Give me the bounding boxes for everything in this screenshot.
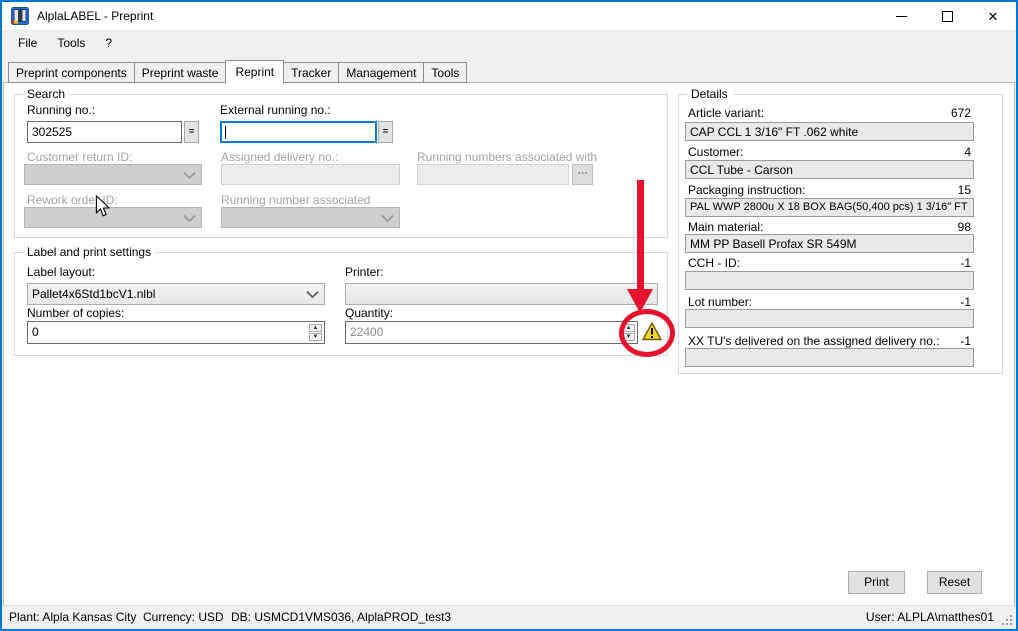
search-group-legend: Search [23,87,69,102]
annotation-arrow-stem [637,180,644,290]
printer-combo[interactable] [345,283,658,305]
status-user: User: ALPLA\matthes01 [866,610,994,624]
quantity-label: Quantity: [345,306,393,320]
text-caret [225,126,226,139]
copies-spinner: ▲ ▼ [308,323,323,342]
spin-up-icon[interactable]: ▲ [309,324,322,332]
tab-management[interactable]: Management [338,62,424,83]
tab-reprint[interactable]: Reprint [225,60,284,84]
external-running-no-equals-button[interactable]: = [378,121,393,143]
assigned-delivery-no-label: Assigned delivery no.: [221,150,338,164]
status-currency: Currency: USD [143,610,224,624]
detail-label: Customer: [688,145,743,159]
running-no-input[interactable]: 302525 [27,121,182,143]
status-db: DB: USMCD1VMS036, AlplaPROD_test3 [231,610,451,624]
annotation-circle [619,309,675,357]
chevron-down-icon [183,209,196,222]
chevron-down-icon [183,166,196,179]
detail-value: PAL WWP 2800u X 18 BOX BAG(50,400 pcs) 1… [685,198,974,217]
running-number-associated-combo[interactable] [221,207,400,228]
status-bar: Plant: Alpla Kansas City Currency: USD D… [2,605,1016,629]
running-no-label: Running no.: [27,103,95,117]
resize-grip[interactable] [1002,615,1012,625]
quantity-stepper[interactable]: 22400 ▲ ▼ [345,321,638,344]
mouse-cursor-icon [95,195,111,217]
running-numbers-associated-with-input[interactable] [417,164,569,185]
printer-label: Printer: [345,265,384,279]
detail-id: -1 [960,256,971,270]
tab-tools[interactable]: Tools [423,62,467,83]
running-numbers-associated-with-label: Running numbers associated with [417,150,597,164]
number-of-copies-stepper[interactable]: 0 ▲ ▼ [27,321,325,344]
detail-label: Article variant: [688,106,764,120]
detail-value [685,309,974,328]
spin-down-icon[interactable]: ▼ [309,333,322,341]
detail-id: -1 [960,334,971,348]
detail-id: 15 [958,183,971,197]
rework-order-id-combo[interactable] [24,207,202,228]
detail-id: 98 [958,220,971,234]
tab-tracker[interactable]: Tracker [283,62,339,83]
detail-label: XX TU's delivered on the assigned delive… [688,334,940,348]
customer-return-id-combo[interactable] [24,164,202,185]
print-button[interactable]: Print [848,571,905,594]
detail-label: CCH - ID: [688,256,740,270]
tab-preprint-waste[interactable]: Preprint waste [134,62,227,83]
app-window: AlplaLABEL - Preprint ✕ File Tools ? Pre… [0,0,1018,631]
number-of-copies-label: Number of copies: [27,306,124,320]
tab-strip: Preprint components Preprint waste Repri… [8,59,467,83]
detail-value: CAP CCL 1 3/16" FT .062 white [685,122,974,141]
label-layout-label: Label layout: [27,265,95,279]
detail-label: Lot number: [688,295,752,309]
detail-value: CCL Tube - Carson [685,160,974,179]
details-group-legend: Details [687,87,732,102]
detail-label: Main material: [688,220,763,234]
detail-id: -1 [960,295,971,309]
chevron-down-icon [381,209,394,222]
detail-id: 4 [964,145,971,159]
label-print-settings-legend: Label and print settings [23,245,155,260]
running-no-equals-button[interactable]: = [184,121,199,143]
chevron-down-icon [306,286,319,299]
browse-ellipsis-button[interactable]: ... [572,164,593,185]
detail-value: MM PP Basell Profax SR 549M [685,234,974,253]
assigned-delivery-no-input[interactable] [221,164,400,185]
status-plant: Plant: Alpla Kansas City [9,610,136,624]
external-running-no-label: External running no.: [220,103,331,117]
external-running-no-input[interactable] [220,121,377,143]
detail-value [685,348,974,367]
detail-id: 672 [951,106,971,120]
detail-value [685,271,974,290]
detail-label: Packaging instruction: [688,183,805,197]
customer-return-id-label: Customer return ID: [27,150,132,164]
running-number-associated-label: Running number associated [221,193,370,207]
tab-preprint-components[interactable]: Preprint components [8,62,135,83]
label-layout-combo[interactable]: Pallet4x6Std1bcV1.nlbl [27,283,325,305]
reset-button[interactable]: Reset [927,571,982,594]
